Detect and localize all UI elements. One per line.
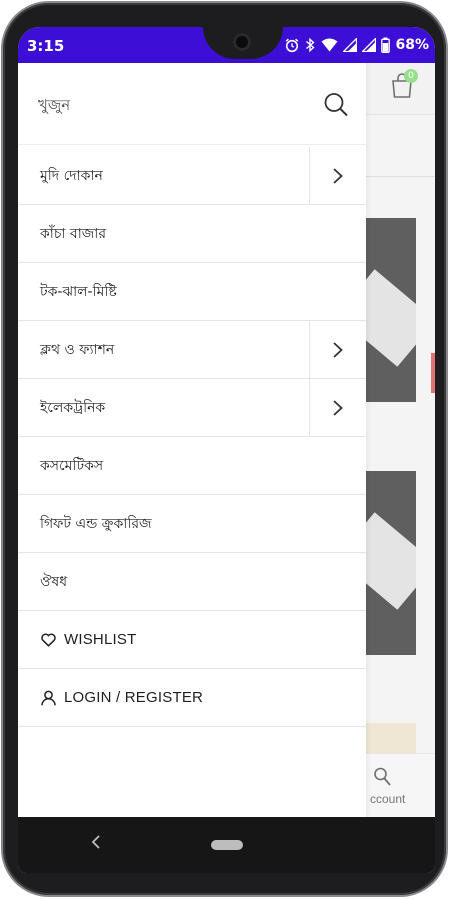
bluetooth-icon	[306, 37, 316, 53]
menu-item-gift-crockery[interactable]: গিফট এন্ড ক্রুকারিজ	[18, 495, 366, 553]
search-input[interactable]	[38, 91, 298, 119]
alarm-icon	[286, 38, 299, 53]
menu-item-electronics[interactable]: ইলেকট্রনিক	[18, 379, 366, 437]
menu-item-cloth-fashion[interactable]: ক্লথ ও ফ্যাশন	[18, 321, 366, 379]
search-icon[interactable]	[322, 91, 350, 119]
back-icon[interactable]	[90, 834, 102, 850]
signal-icon	[343, 38, 358, 52]
home-pill[interactable]	[211, 840, 243, 850]
category-menu: মুদি দোকান কাঁচা বাজার টক-ঝাল-মিষ্টি ক্ল…	[18, 147, 366, 727]
user-icon	[41, 690, 56, 706]
battery-icon	[381, 37, 391, 53]
menu-item-label: ক্লথ ও ফ্যাশন	[40, 341, 115, 358]
navigation-drawer: মুদি দোকান কাঁচা বাজার টক-ঝাল-মিষ্টি ক্ল…	[18, 63, 366, 817]
menu-item-cosmetics[interactable]: কসমেটিকস	[18, 437, 366, 495]
status-bar: 3:15 68%	[18, 27, 435, 63]
screen: 3:15 68% 0 ccount খুজুন মুদি দোকান কাঁচা…	[18, 27, 435, 873]
heart-icon	[41, 633, 56, 647]
status-time: 3:15	[27, 37, 65, 55]
signal-icon	[362, 38, 377, 52]
menu-item-label: LOGIN / REGISTER	[64, 689, 204, 706]
status-icons: 68%	[284, 35, 429, 55]
wifi-icon	[321, 38, 338, 52]
menu-item-label: কসমেটিকস	[40, 457, 104, 474]
front-camera	[233, 33, 251, 51]
menu-item-label: মুদি দোকান	[40, 167, 103, 184]
menu-item-login-register[interactable]: LOGIN / REGISTER	[18, 669, 366, 727]
phone-frame: 3:15 68% 0 ccount খুজুন মুদি দোকান কাঁচা…	[3, 3, 446, 895]
menu-item-wishlist[interactable]: WISHLIST	[18, 611, 366, 669]
menu-item-label: ইলেকট্রনিক	[40, 399, 106, 416]
camera-notch	[203, 27, 283, 59]
battery-percent: 68%	[395, 37, 429, 53]
search-bar	[18, 63, 366, 145]
chevron-right-icon[interactable]	[309, 147, 366, 204]
menu-item-label: টক-ঝাল-মিষ্টি	[40, 283, 117, 300]
menu-item-label: কাঁচা বাজার	[40, 225, 107, 242]
menu-item-medicine[interactable]: ঔষধ	[18, 553, 366, 611]
menu-item-label: গিফট এন্ড ক্রুকারিজ	[40, 515, 152, 532]
menu-item-label: WISHLIST	[64, 631, 137, 648]
system-navigation-bar	[18, 817, 435, 873]
chevron-right-icon[interactable]	[309, 379, 366, 436]
chevron-right-icon[interactable]	[309, 321, 366, 378]
menu-item-fresh-market[interactable]: কাঁচা বাজার	[18, 205, 366, 263]
menu-item-label: ঔষধ	[40, 573, 68, 590]
menu-item-grocery[interactable]: মুদি দোকান	[18, 147, 366, 205]
menu-item-snacks-sweets[interactable]: টক-ঝাল-মিষ্টি	[18, 263, 366, 321]
